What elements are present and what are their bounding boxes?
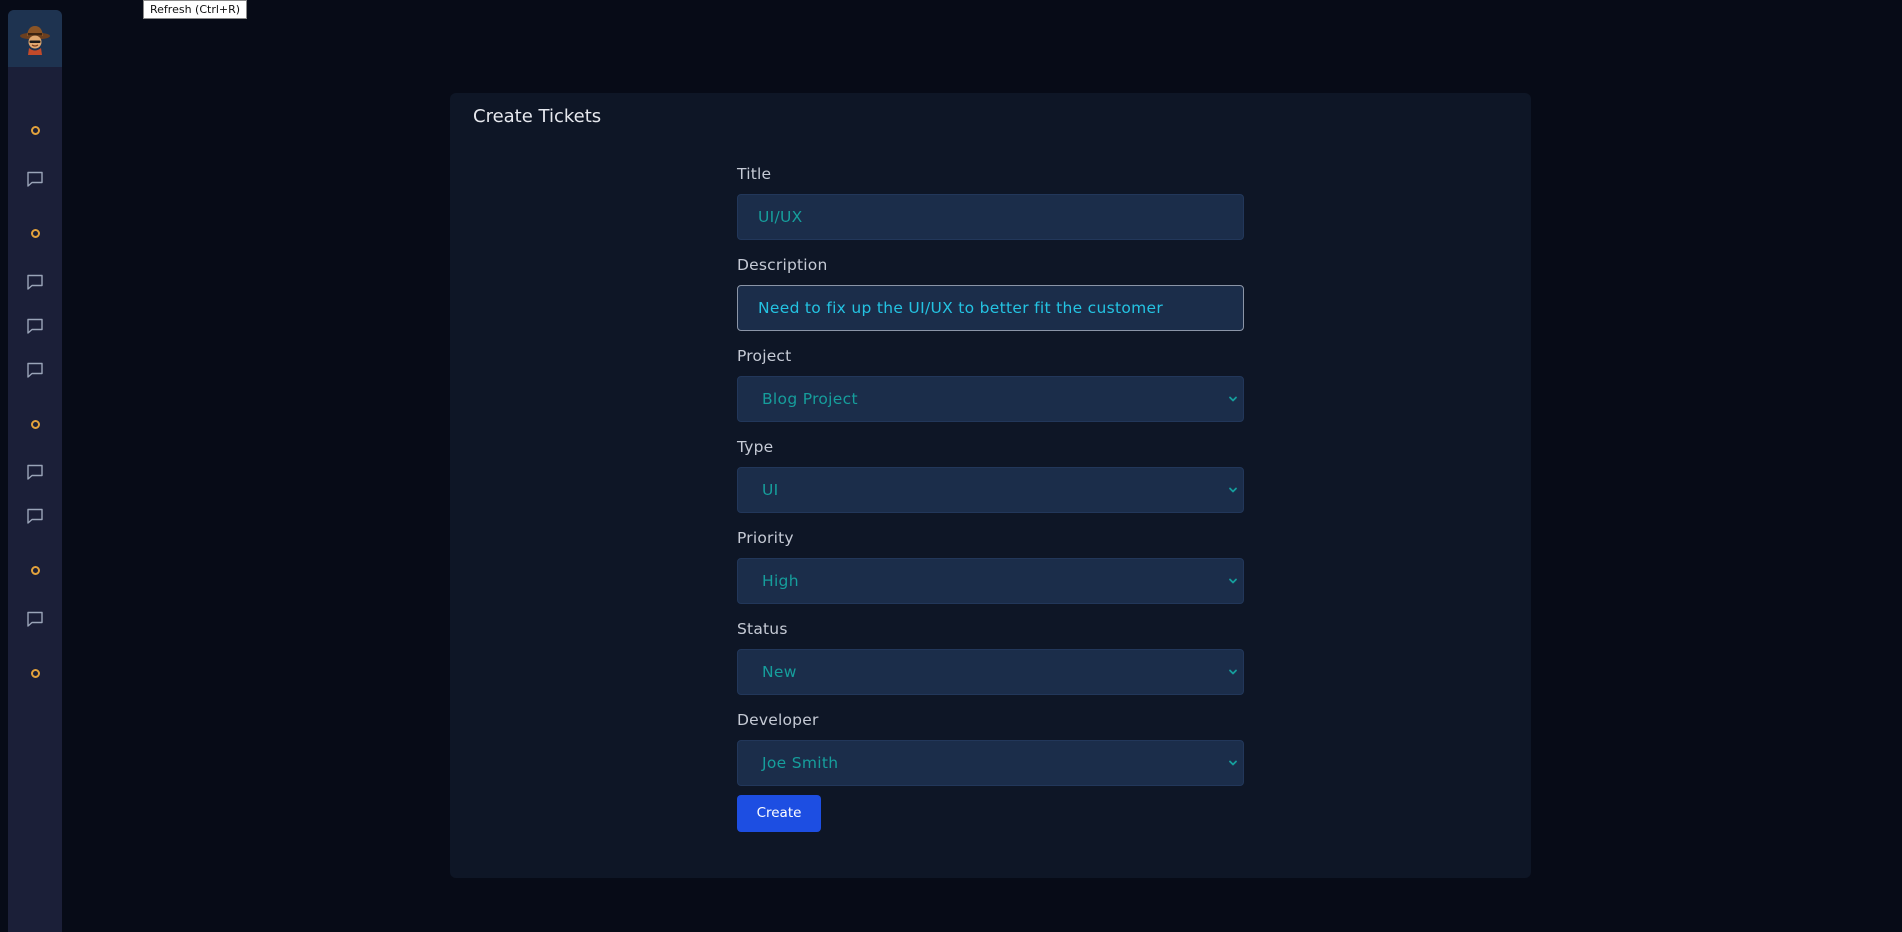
- chevron-down-icon: [1229, 669, 1237, 675]
- status-select[interactable]: New: [737, 649, 1244, 695]
- chat-bubble-icon: [27, 611, 43, 627]
- cowboy-logo-icon: [20, 25, 50, 55]
- sidebar-item-12[interactable]: [8, 658, 62, 688]
- project-selected-value: Blog Project: [762, 390, 858, 408]
- title-label: Title: [737, 165, 772, 183]
- chat-bubble-icon: [27, 362, 43, 378]
- sidebar: [8, 10, 62, 932]
- priority-select[interactable]: High: [737, 558, 1244, 604]
- sidebar-item-9[interactable]: [8, 501, 62, 531]
- logo-tile[interactable]: [8, 10, 62, 67]
- type-selected-value: UI: [762, 481, 779, 499]
- project-select[interactable]: Blog Project: [737, 376, 1244, 422]
- page-title: Create Tickets: [473, 106, 602, 127]
- chat-bubble-icon: [27, 464, 43, 480]
- circle-dot-icon: [30, 228, 40, 238]
- sidebar-item-6[interactable]: [8, 355, 62, 385]
- circle-dot-icon: [30, 565, 40, 575]
- description-label: Description: [737, 256, 828, 274]
- priority-selected-value: High: [762, 572, 799, 590]
- type-select[interactable]: UI: [737, 467, 1244, 513]
- sidebar-item-5[interactable]: [8, 311, 62, 341]
- status-selected-value: New: [762, 663, 797, 681]
- developer-selected-value: Joe Smith: [762, 754, 839, 772]
- create-ticket-form: Title UI/UX Description Need to fix up t…: [737, 165, 1244, 832]
- chat-bubble-icon: [27, 508, 43, 524]
- create-button[interactable]: Create: [737, 795, 821, 832]
- priority-label: Priority: [737, 529, 794, 547]
- chevron-down-icon: [1229, 578, 1237, 584]
- sidebar-item-7[interactable]: [8, 409, 62, 439]
- developer-label: Developer: [737, 711, 819, 729]
- sidebar-item-10[interactable]: [8, 555, 62, 585]
- title-input[interactable]: UI/UX: [737, 194, 1244, 240]
- chat-bubble-icon: [27, 274, 43, 290]
- circle-dot-icon: [30, 419, 40, 429]
- chevron-down-icon: [1229, 487, 1237, 493]
- sidebar-item-3[interactable]: [8, 218, 62, 248]
- chat-bubble-icon: [27, 171, 43, 187]
- create-ticket-card: Create Tickets Title UI/UX Description N…: [450, 93, 1531, 878]
- sidebar-item-8[interactable]: [8, 457, 62, 487]
- chevron-down-icon: [1229, 396, 1237, 402]
- status-label: Status: [737, 620, 788, 638]
- refresh-tooltip: Refresh (Ctrl+R): [143, 0, 248, 19]
- sidebar-item-2[interactable]: [8, 164, 62, 194]
- sidebar-item-4[interactable]: [8, 267, 62, 297]
- type-label: Type: [737, 438, 774, 456]
- project-label: Project: [737, 347, 792, 365]
- chevron-down-icon: [1229, 760, 1237, 766]
- circle-dot-icon: [30, 668, 40, 678]
- developer-select[interactable]: Joe Smith: [737, 740, 1244, 786]
- sidebar-item-1[interactable]: [8, 115, 62, 145]
- description-input[interactable]: Need to fix up the UI/UX to better fit t…: [737, 285, 1244, 331]
- sidebar-item-11[interactable]: [8, 604, 62, 634]
- chat-bubble-icon: [27, 318, 43, 334]
- circle-dot-icon: [30, 125, 40, 135]
